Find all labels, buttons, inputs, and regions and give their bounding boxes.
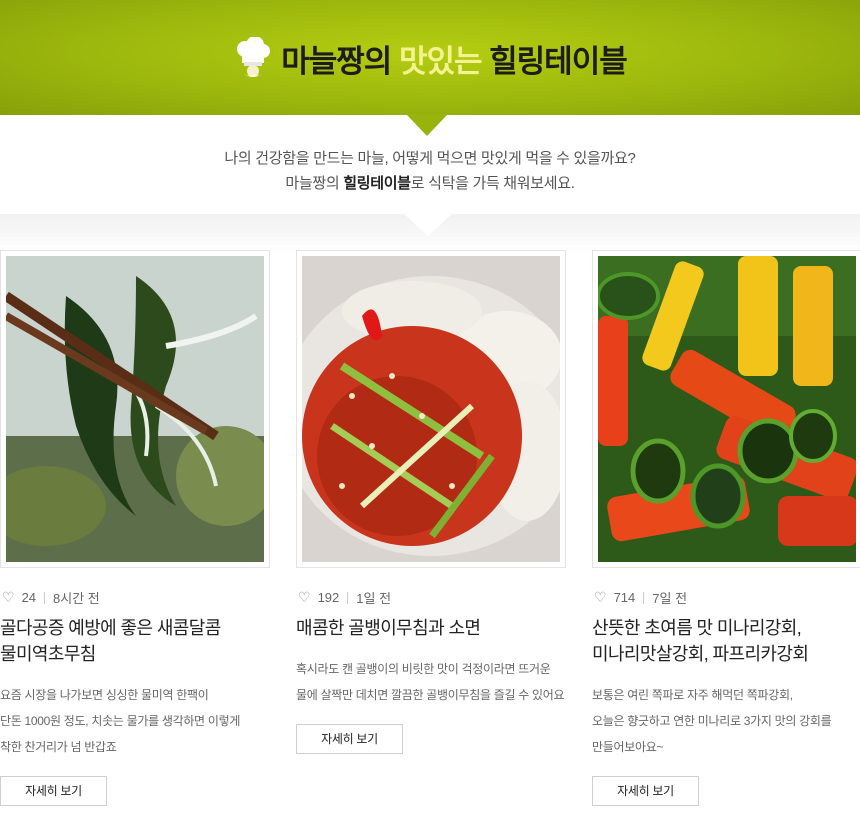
card-desc-line2: 단돈 1000원 정도, 치솟는 물가를 생각하면 이렇게 bbox=[0, 714, 241, 728]
card-desc-line2: 오늘은 향긋하고 연한 미나리로 3가지 맛의 강회를 bbox=[592, 714, 832, 728]
recipe-photo-2[interactable] bbox=[296, 250, 566, 568]
heart-icon[interactable]: ♡ bbox=[298, 589, 311, 606]
detail-button[interactable]: 자세히 보기 bbox=[296, 724, 403, 754]
card-desc-line2: 물에 살짝만 데치면 깔끔한 골뱅이무침을 즐길 수 있어요 bbox=[296, 688, 565, 702]
card-title-line1: 매콤한 골뱅이무침과 소면 bbox=[296, 618, 481, 638]
meta-divider bbox=[643, 591, 645, 604]
card-desc-line1: 혹시라도 캔 골뱅이의 비릿한 맛이 걱정이라면 뜨거운 bbox=[296, 662, 551, 676]
recipe-photo-1[interactable] bbox=[0, 250, 270, 568]
title-highlight: 맛있는 bbox=[398, 44, 483, 79]
card-description: 혹시라도 캔 골뱅이의 비릿한 맛이 걱정이라면 뜨거운 물에 살짝만 데치면 … bbox=[296, 656, 566, 708]
intro-line2-prefix: 마늘짱의 bbox=[285, 175, 344, 192]
recipe-card-1: ♡ 24 8시간 전 골다공증 예방에 좋은 새콤달콤 물미역초무침 요즘 시장… bbox=[0, 250, 270, 806]
intro-line2: 마늘짱의 힐링테이블로 식탁을 가득 채워보세요. bbox=[0, 171, 860, 196]
card-title[interactable]: 골다공증 예방에 좋은 새콤달콤 물미역초무침 bbox=[0, 615, 270, 667]
intro-text: 나의 건강함을 만드는 마늘, 어떻게 먹으면 맛있게 먹을 수 있을까요? 마… bbox=[0, 146, 860, 196]
like-count: 192 bbox=[317, 590, 340, 605]
like-count: 714 bbox=[613, 590, 636, 605]
title-part1: 마늘짱의 bbox=[281, 44, 392, 79]
post-time: 7일 전 bbox=[652, 591, 688, 606]
card-desc-line1: 요즘 시장을 나가보면 싱싱한 물미역 한팩이 bbox=[0, 688, 209, 702]
heart-icon[interactable]: ♡ bbox=[2, 589, 15, 606]
seaweed-salad-photo bbox=[6, 256, 264, 562]
card-meta: ♡ 24 8시간 전 bbox=[0, 588, 270, 607]
heart-icon[interactable]: ♡ bbox=[594, 589, 607, 606]
page-title: 마늘짱의 맛있는 힐링테이블 bbox=[0, 35, 860, 81]
recipe-photo-3[interactable] bbox=[592, 250, 860, 568]
intro-line2-bold: 힐링테이블 bbox=[343, 175, 411, 192]
recipe-card-3: ♡ 714 7일 전 산뜻한 초여름 맛 미나리강회, 미나리맛살강회, 파프리… bbox=[592, 250, 860, 806]
card-description: 보통은 여린 쪽파로 자주 해먹던 쪽파강회, 오늘은 향긋하고 연한 미나리로… bbox=[592, 682, 860, 760]
like-count: 24 bbox=[21, 590, 37, 605]
card-title-line2: 미나리맛살강회, 파프리카강회 bbox=[592, 644, 809, 664]
title-text: 마늘짱의 맛있는 힐링테이블 bbox=[281, 36, 628, 81]
meta-divider bbox=[44, 591, 46, 604]
title-part2: 힐링테이블 bbox=[489, 44, 628, 79]
card-title-line2: 물미역초무침 bbox=[0, 644, 96, 664]
spicy-sea-snail-photo bbox=[302, 256, 560, 562]
card-title[interactable]: 매콤한 골뱅이무침과 소면 bbox=[296, 615, 566, 641]
post-time: 8시간 전 bbox=[53, 591, 100, 606]
card-desc-line3: 착한 찬거리가 넘 반갑죠 bbox=[0, 740, 117, 754]
paprika-rolls-photo bbox=[598, 256, 856, 562]
detail-button[interactable]: 자세히 보기 bbox=[592, 776, 699, 806]
detail-button[interactable]: 자세히 보기 bbox=[0, 776, 107, 806]
card-title[interactable]: 산뜻한 초여름 맛 미나리강회, 미나리맛살강회, 파프리카강회 bbox=[592, 615, 860, 667]
post-time: 1일 전 bbox=[356, 591, 392, 606]
meta-divider bbox=[347, 591, 349, 604]
intro-line2-suffix: 로 식탁을 가득 채워보세요. bbox=[410, 175, 575, 192]
card-meta: ♡ 714 7일 전 bbox=[592, 588, 860, 607]
card-description: 요즘 시장을 나가보면 싱싱한 물미역 한팩이 단돈 1000원 정도, 치솟는… bbox=[0, 682, 270, 760]
banner-pointer bbox=[406, 114, 448, 136]
chef-hat-icon bbox=[233, 35, 273, 81]
intro-line1: 나의 건강함을 만드는 마늘, 어떻게 먹으면 맛있게 먹을 수 있을까요? bbox=[224, 150, 636, 167]
divider-pointer bbox=[404, 214, 452, 236]
card-desc-line3: 만들어보아요~ bbox=[592, 740, 664, 754]
card-title-line1: 골다공증 예방에 좋은 새콤달콤 bbox=[0, 618, 221, 638]
card-title-line1: 산뜻한 초여름 맛 미나리강회, bbox=[592, 618, 802, 638]
recipe-card-2: ♡ 192 1일 전 매콤한 골뱅이무침과 소면 혹시라도 캔 골뱅이의 비릿한… bbox=[296, 250, 566, 754]
card-meta: ♡ 192 1일 전 bbox=[296, 588, 566, 607]
card-desc-line1: 보통은 여린 쪽파로 자주 해먹던 쪽파강회, bbox=[592, 688, 793, 702]
